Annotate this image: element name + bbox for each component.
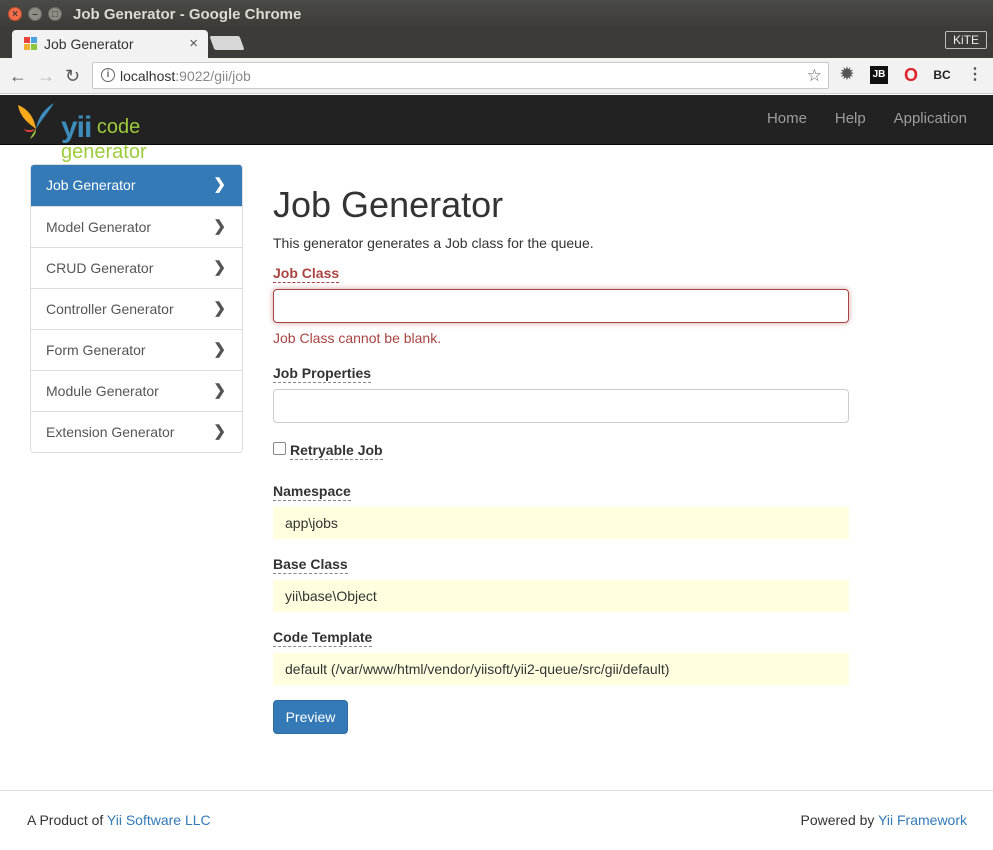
bookmark-star-icon[interactable]: ☆ bbox=[807, 66, 822, 86]
gear-extension-icon[interactable]: ✹ bbox=[838, 66, 856, 84]
sidebar-item-model-generator[interactable]: Model Generator ❯ bbox=[31, 206, 242, 247]
chevron-right-icon: ❯ bbox=[213, 423, 226, 440]
namespace-label: Namespace bbox=[273, 483, 351, 501]
reload-icon[interactable]: ↻ bbox=[65, 66, 80, 87]
window-minimize-button[interactable]: – bbox=[28, 7, 42, 21]
logo-text: yii code generator bbox=[61, 111, 147, 163]
generator-sidebar: Job Generator ❯ Model Generator ❯ CRUD G… bbox=[30, 164, 243, 453]
info-icon[interactable]: i bbox=[101, 68, 115, 82]
sidebar-item-form-generator[interactable]: Form Generator ❯ bbox=[31, 329, 242, 370]
window-title: Job Generator - Google Chrome bbox=[73, 6, 302, 23]
forward-arrow-icon[interactable]: → bbox=[37, 66, 55, 87]
nav-help-link[interactable]: Help bbox=[823, 95, 878, 143]
jb-extension-icon[interactable]: JB bbox=[870, 66, 888, 84]
page-description: This generator generates a Job class for… bbox=[273, 235, 594, 251]
preview-button[interactable]: Preview bbox=[273, 700, 348, 734]
chevron-right-icon: ❯ bbox=[213, 341, 226, 358]
namespace-field[interactable]: app\jobs bbox=[273, 507, 849, 539]
yii-framework-link[interactable]: Yii Framework bbox=[878, 812, 967, 828]
yii-software-link[interactable]: Yii Software LLC bbox=[107, 812, 211, 828]
chevron-right-icon: ❯ bbox=[213, 218, 226, 235]
job-properties-input[interactable] bbox=[273, 389, 849, 423]
footer-credit: A Product of Yii Software LLC bbox=[27, 812, 211, 828]
yii-leaf-icon bbox=[18, 103, 54, 139]
page-footer: A Product of Yii Software LLC Powered by… bbox=[0, 790, 993, 850]
base-class-label: Base Class bbox=[273, 556, 348, 574]
opera-extension-icon[interactable]: O bbox=[902, 66, 920, 84]
sidebar-item-extension-generator[interactable]: Extension Generator ❯ bbox=[31, 411, 242, 452]
sidebar-item-controller-generator[interactable]: Controller Generator ❯ bbox=[31, 288, 242, 329]
menu-kebab-icon[interactable]: ⋮ bbox=[966, 66, 984, 84]
yii-favicon-icon bbox=[24, 37, 38, 51]
kite-badge[interactable]: KiTE bbox=[945, 31, 987, 49]
url-text[interactable]: localhost:9022/gii/job bbox=[120, 68, 251, 84]
bc-extension-icon[interactable]: BC bbox=[933, 66, 951, 84]
window-close-button[interactable]: × bbox=[8, 7, 22, 21]
code-template-field[interactable]: default (/var/www/html/vendor/yiisoft/yi… bbox=[273, 653, 849, 685]
job-class-input[interactable] bbox=[273, 289, 849, 323]
browser-tab[interactable]: Job Generator × bbox=[12, 30, 208, 58]
base-class-field[interactable]: yii\base\Object bbox=[273, 580, 849, 612]
sidebar-item-crud-generator[interactable]: CRUD Generator ❯ bbox=[31, 247, 242, 288]
sidebar-item-module-generator[interactable]: Module Generator ❯ bbox=[31, 370, 242, 411]
tab-strip: Job Generator × KiTE bbox=[0, 28, 993, 58]
navbar-links: Home Help Application bbox=[755, 95, 979, 145]
tab-title: Job Generator bbox=[44, 36, 134, 52]
page-title: Job Generator bbox=[273, 184, 504, 225]
back-arrow-icon[interactable]: ← bbox=[9, 66, 27, 87]
job-class-label: Job Class bbox=[273, 265, 340, 283]
job-properties-label: Job Properties bbox=[273, 365, 372, 383]
address-bar[interactable]: i localhost:9022/gii/job ☆ bbox=[92, 62, 829, 89]
site-navbar: yii code generator Home Help Application bbox=[0, 95, 993, 163]
nav-home-link[interactable]: Home bbox=[755, 95, 819, 143]
job-class-error: Job Class cannot be blank. bbox=[273, 330, 442, 346]
chevron-right-icon: ❯ bbox=[213, 300, 226, 317]
footer-powered-by: Powered by Yii Framework bbox=[800, 812, 967, 828]
retryable-job-checkbox[interactable] bbox=[273, 442, 286, 455]
yii-logo[interactable]: yii code generator bbox=[14, 99, 224, 163]
chevron-right-icon: ❯ bbox=[213, 259, 226, 276]
sidebar-item-job-generator[interactable]: Job Generator ❯ bbox=[31, 165, 242, 206]
new-tab-button[interactable] bbox=[209, 36, 245, 50]
tab-close-icon[interactable]: × bbox=[189, 35, 198, 52]
nav-application-link[interactable]: Application bbox=[882, 95, 979, 143]
chevron-right-icon: ❯ bbox=[213, 382, 226, 399]
window-maximize-button[interactable]: □ bbox=[48, 7, 62, 21]
chevron-right-icon: ❯ bbox=[213, 176, 226, 193]
code-template-label: Code Template bbox=[273, 629, 373, 647]
window-titlebar: × – □ Job Generator - Google Chrome bbox=[0, 0, 993, 28]
retryable-job-label[interactable]: Retryable Job bbox=[290, 442, 383, 460]
browser-toolbar: ← → ↻ i localhost:9022/gii/job ☆ ✹ JB O … bbox=[0, 58, 993, 94]
